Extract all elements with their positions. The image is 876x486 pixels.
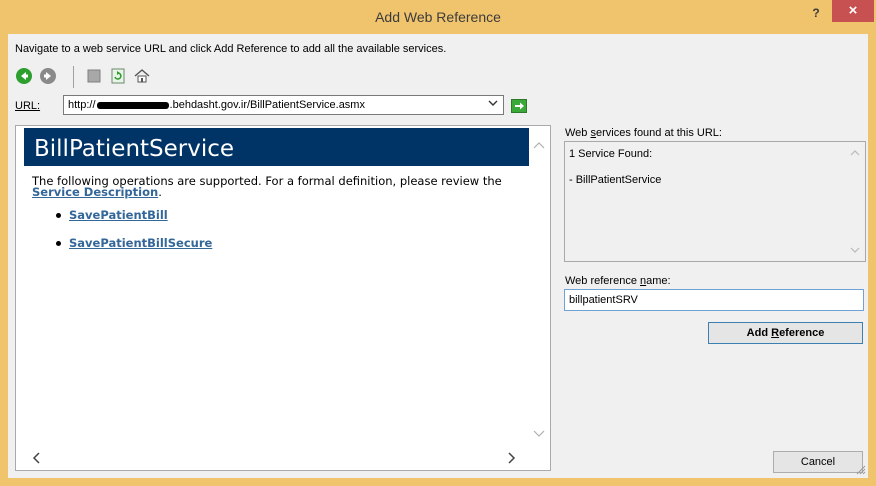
services-found-label-pre: Web [565,127,591,139]
arrow-left-icon [16,68,32,84]
stop-icon [87,69,101,83]
url-label-text: URL: [15,100,41,112]
url-input[interactable]: http:// .behdasht.gov.ir/BillPatientServi… [63,95,504,115]
home-icon [134,69,150,83]
add-reference-label-pre: Add [746,327,772,339]
operation-link-savepatientbill[interactable]: SavePatientBill [69,208,168,222]
web-reference-name-input[interactable] [564,289,864,311]
instructions-text: Navigate to a web service URL and click … [15,43,447,55]
toolbar-separator [73,66,74,88]
url-label: URL: [15,100,40,112]
service-title: BillPatientService [34,136,235,162]
dialog-body: Navigate to a web service URL and click … [8,34,868,478]
services-found-box[interactable]: 1 Service Found: - BillPatientService [564,141,866,262]
scroll-down-icon[interactable] [532,428,546,442]
go-arrow-icon [511,99,527,113]
scroll-left-icon[interactable] [28,452,44,468]
scroll-right-icon[interactable] [504,452,520,468]
help-button[interactable]: ? [804,4,828,22]
title-bar: Add Web Reference ? × [0,0,876,34]
url-suffix: .behdasht.gov.ir/BillPatientService.asmx [169,99,365,111]
chevron-down-icon[interactable] [486,98,500,112]
redacted-host [96,101,169,109]
navigation-toolbar [15,66,315,88]
web-reference-name-label-post: ame: [646,275,671,287]
cancel-button[interactable]: Cancel [773,451,863,473]
scroll-up-icon[interactable] [849,148,861,160]
back-button[interactable] [15,67,33,85]
services-found-item: - BillPatientService [569,174,662,186]
stop-button[interactable] [85,67,103,85]
window-title: Add Web Reference [375,9,501,25]
arrow-right-icon [40,68,56,84]
horizontal-scrollbar[interactable] [16,450,550,470]
web-reference-name-label: Web reference name: [565,275,671,287]
add-reference-label-post: eference [779,327,825,339]
close-button[interactable]: × [832,0,874,22]
forward-button[interactable] [39,67,57,85]
url-prefix: http:// [68,99,96,111]
refresh-icon [111,68,125,84]
service-description-end: . [158,185,162,199]
url-value: http:// .behdasht.gov.ir/BillPatientServi… [68,99,365,111]
refresh-button[interactable] [109,67,127,85]
services-found-count: 1 Service Found: [569,148,653,160]
service-description: The following operations are supported. … [32,175,522,199]
services-found-label-post: ervices found at this URL: [595,127,722,139]
services-found-label: Web services found at this URL: [565,127,722,139]
resize-grip-icon[interactable] [856,464,866,475]
service-browser-pane: BillPatientService The following operati… [15,125,551,471]
add-reference-button[interactable]: Add Reference [708,322,863,344]
add-reference-label-accel: R [771,327,780,339]
operation-link-savepatientbillsecure[interactable]: SavePatientBillSecure [69,236,212,250]
bullet [56,241,61,246]
scroll-up-icon[interactable] [532,139,546,153]
scroll-down-icon[interactable] [849,246,861,258]
bullet [56,213,61,218]
add-web-reference-dialog: Add Web Reference ? × Navigate to a web … [0,0,876,486]
list-item: SavePatientBill [56,208,168,222]
home-button[interactable] [133,67,151,85]
service-description-link[interactable]: Service Description [32,185,158,199]
service-header: BillPatientService [24,128,529,166]
list-item: SavePatientBillSecure [56,236,212,250]
go-button[interactable] [511,99,527,113]
vertical-scrollbar[interactable] [529,126,550,450]
web-reference-name-label-pre: Web reference [565,275,641,287]
